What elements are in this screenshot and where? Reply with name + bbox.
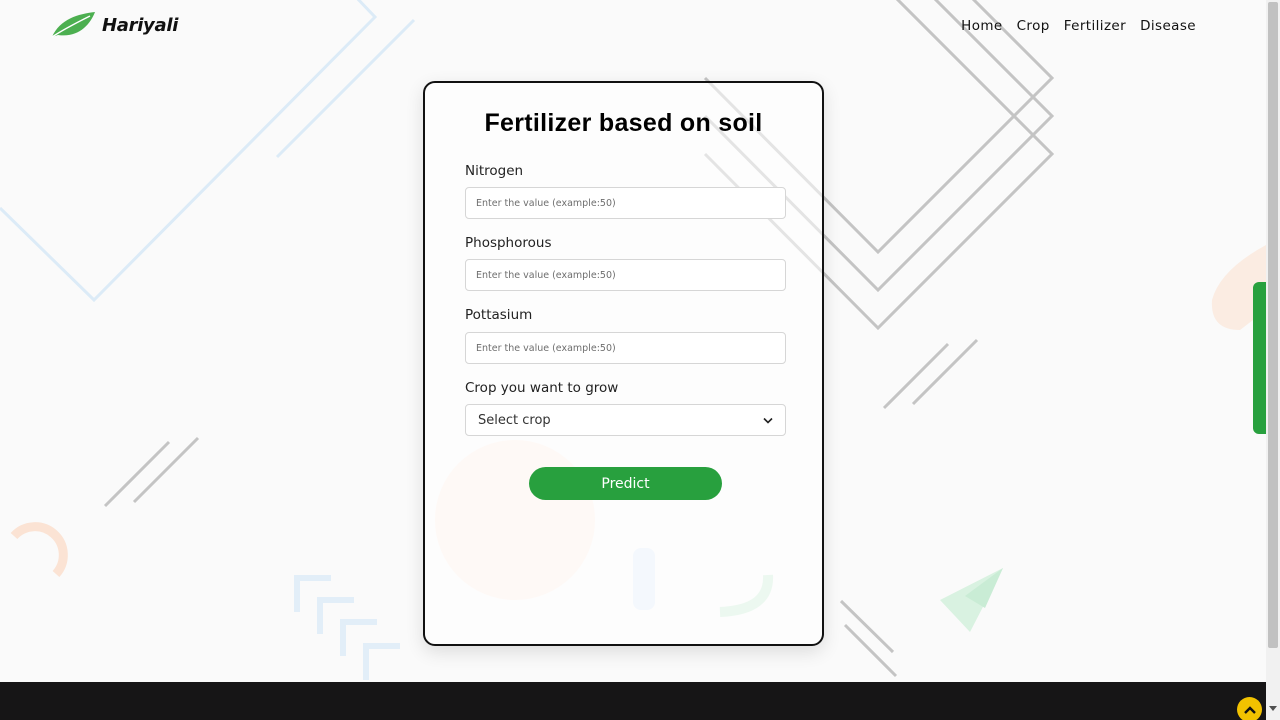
- fertilizer-form-card: Fertilizer based on soil Nitrogen Phosph…: [423, 81, 824, 646]
- crop-label: Crop you want to grow: [465, 380, 619, 396]
- crop-select[interactable]: Select crop: [465, 404, 786, 436]
- back-to-top-button[interactable]: [1237, 697, 1262, 720]
- scroll-down-arrow-icon[interactable]: [1269, 706, 1277, 711]
- brand-name: Hariyali: [102, 14, 179, 36]
- form-title: Fertilizer based on soil: [484, 109, 763, 137]
- nav-disease-link[interactable]: Disease: [1140, 18, 1196, 34]
- scrollbar-thumb[interactable]: [1268, 2, 1278, 648]
- nav-crop-link[interactable]: Crop: [1017, 18, 1050, 34]
- nav-home-link[interactable]: Home: [961, 18, 1002, 34]
- nitrogen-input[interactable]: [465, 187, 786, 219]
- crop-select-value: Select crop: [478, 412, 551, 428]
- nitrogen-label: Nitrogen: [465, 163, 524, 179]
- side-feedback-tab[interactable]: [1253, 282, 1267, 434]
- nav-fertilizer-link[interactable]: Fertilizer: [1064, 18, 1126, 34]
- phosphorous-input[interactable]: [465, 259, 786, 291]
- page: Hariyali Home Crop Fertilizer Disease Fe…: [0, 0, 1280, 720]
- main-nav: Home Crop Fertilizer Disease: [961, 18, 1196, 34]
- potassium-label: Pottasium: [465, 307, 533, 323]
- brand-logo[interactable]: Hariyali: [50, 11, 178, 39]
- chevron-up-icon: [1243, 705, 1256, 714]
- footer: [0, 682, 1266, 720]
- potassium-input[interactable]: [465, 332, 786, 364]
- chevron-down-icon: [763, 417, 773, 424]
- leaf-icon: [51, 12, 95, 38]
- predict-button[interactable]: Predict: [529, 467, 722, 500]
- phosphorous-label: Phosphorous: [465, 235, 552, 251]
- page-scrollbar[interactable]: [1266, 0, 1280, 720]
